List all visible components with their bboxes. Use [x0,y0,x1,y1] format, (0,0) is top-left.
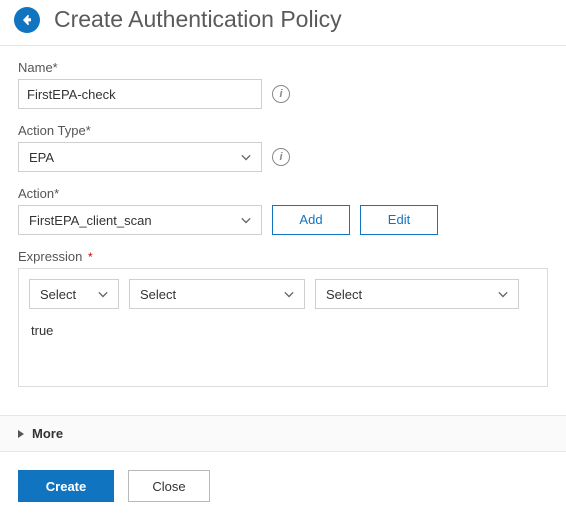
info-icon: i [272,148,290,166]
expression-select-2[interactable]: Select [129,279,305,309]
close-button[interactable]: Close [128,470,210,502]
expression-select-3-value: Select [326,287,362,302]
name-label: Name* [18,60,548,75]
edit-button[interactable]: Edit [360,205,438,235]
create-button[interactable]: Create [18,470,114,502]
expression-select-3[interactable]: Select [315,279,519,309]
arrow-left-icon [20,13,34,27]
caret-right-icon [18,430,24,438]
add-button[interactable]: Add [272,205,350,235]
required-star: * [88,250,93,264]
expression-label: Expression * [18,249,548,264]
expression-select-2-value: Select [140,287,176,302]
action-type-select[interactable]: EPA [18,142,262,172]
name-input[interactable] [18,79,262,109]
expression-textarea[interactable] [29,319,537,371]
expression-select-1[interactable]: Select [29,279,119,309]
chevron-down-icon [241,152,251,162]
more-toggle[interactable]: More [0,415,566,452]
page-title: Create Authentication Policy [54,6,342,33]
chevron-down-icon [498,289,508,299]
more-label: More [32,426,63,441]
expression-select-1-value: Select [40,287,76,302]
chevron-down-icon [284,289,294,299]
action-select[interactable]: FirstEPA_client_scan [18,205,262,235]
back-button[interactable] [14,7,40,33]
action-value: FirstEPA_client_scan [29,213,152,228]
action-type-label: Action Type* [18,123,548,138]
expression-box: Select Select Select [18,268,548,387]
chevron-down-icon [98,289,108,299]
action-label: Action* [18,186,548,201]
info-icon: i [272,85,290,103]
expression-label-text: Expression [18,249,82,264]
chevron-down-icon [241,215,251,225]
action-type-value: EPA [29,150,54,165]
divider [0,45,566,46]
